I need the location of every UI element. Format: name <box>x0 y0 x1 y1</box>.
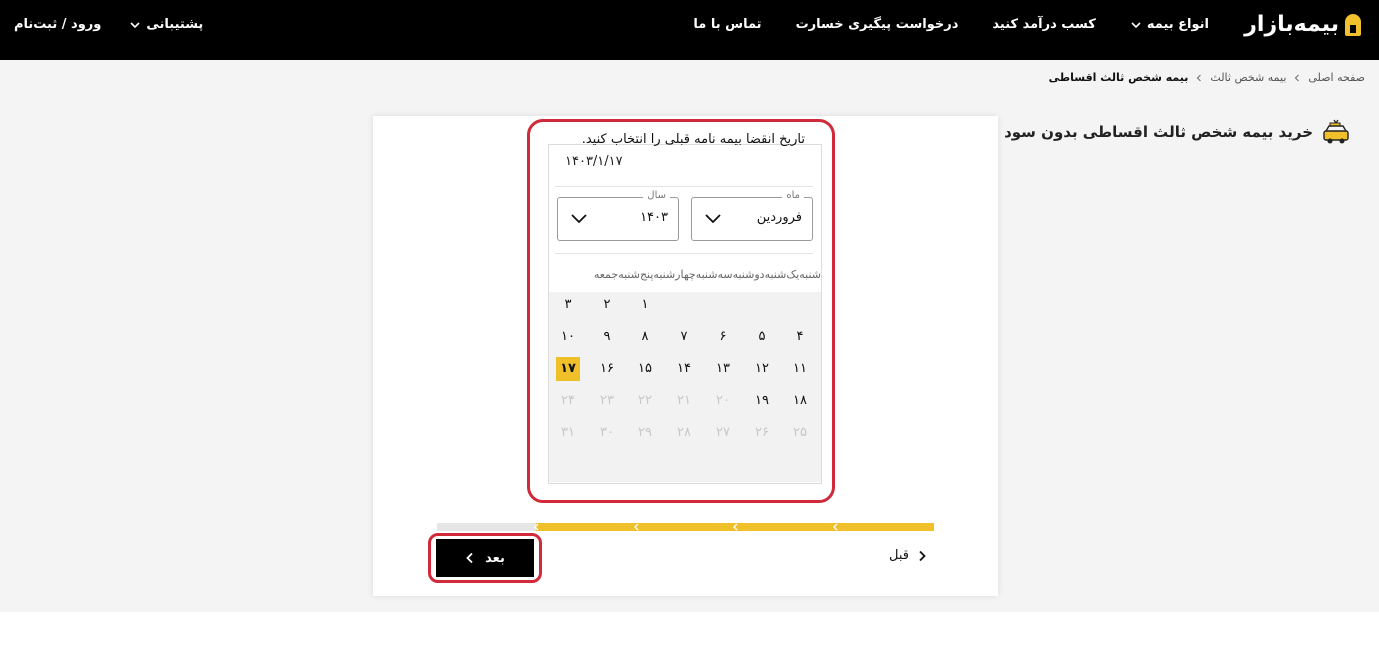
page-title: خرید بیمه شخص ثالث اقساطی بدون سود <box>1004 118 1351 146</box>
next-button[interactable]: بعد <box>436 539 534 577</box>
nav-item-label: کسب درآمد کنید <box>992 17 1096 32</box>
chevron-down-icon <box>130 21 140 28</box>
calendar-highlight-outline <box>527 119 835 503</box>
header-account-area: ورود / ثبت‌نام پشتیبانی <box>14 17 203 32</box>
main-nav: انواع بیمه کسب درآمد کنید درخواست پیگیری… <box>693 17 1209 32</box>
prev-label: قبل <box>889 548 909 563</box>
chevron-left-icon <box>466 552 473 564</box>
next-label: بعد <box>485 550 505 566</box>
logo[interactable]: بیمه‌بازار <box>1244 12 1361 37</box>
login-label: ورود / ثبت‌نام <box>14 17 102 32</box>
nav-item-label: تماس با ما <box>693 17 762 32</box>
nav-item-label: درخواست پیگیری خسارت <box>795 17 959 32</box>
chevron-right-icon <box>919 550 926 561</box>
breadcrumb: صفحه اصلی بیمه شخص ثالث بیمه شخص ثالث اق… <box>1049 71 1365 84</box>
progress-step-marker <box>733 523 738 531</box>
breadcrumb-current: بیمه شخص ثالث اقساطی <box>1048 71 1189 84</box>
chevron-left-icon <box>1295 74 1300 81</box>
nav-item-label: انواع بیمه <box>1146 17 1209 32</box>
logo-lock-icon <box>1345 13 1361 36</box>
support-label: پشتیبانی <box>146 17 204 32</box>
top-navigation-bar: بیمه‌بازار انواع بیمه کسب درآمد کنید درخ… <box>0 0 1379 60</box>
login-register-link[interactable]: ورود / ثبت‌نام <box>14 17 101 32</box>
step-progress-bar <box>437 523 934 531</box>
progress-step-marker <box>634 523 639 531</box>
car-insurance-icon <box>1323 119 1349 144</box>
page-footer-strip <box>0 612 1379 660</box>
nav-item-earn-income[interactable]: کسب درآمد کنید <box>992 17 1095 32</box>
nav-item-insurance-types[interactable]: انواع بیمه <box>1130 17 1209 32</box>
chevron-left-icon <box>1197 74 1202 81</box>
support-menu[interactable]: پشتیبانی <box>129 17 203 32</box>
breadcrumb-home[interactable]: صفحه اصلی <box>1308 71 1365 84</box>
form-card: تاریخ انقضا بیمه نامه قبلی را انتخاب کنی… <box>373 116 998 596</box>
breadcrumb-third-party[interactable]: بیمه شخص ثالث <box>1210 71 1286 84</box>
progress-step-marker <box>833 523 838 531</box>
nav-item-contact-us[interactable]: تماس با ما <box>693 17 761 32</box>
chevron-down-icon <box>1131 21 1141 28</box>
prev-button[interactable]: قبل <box>889 548 927 563</box>
progress-step-marker <box>534 523 539 531</box>
page-title-text: خرید بیمه شخص ثالث اقساطی بدون سود <box>1004 123 1313 141</box>
nav-item-claim-tracking[interactable]: درخواست پیگیری خسارت <box>796 17 959 32</box>
logo-text: بیمه‌بازار <box>1244 12 1339 37</box>
